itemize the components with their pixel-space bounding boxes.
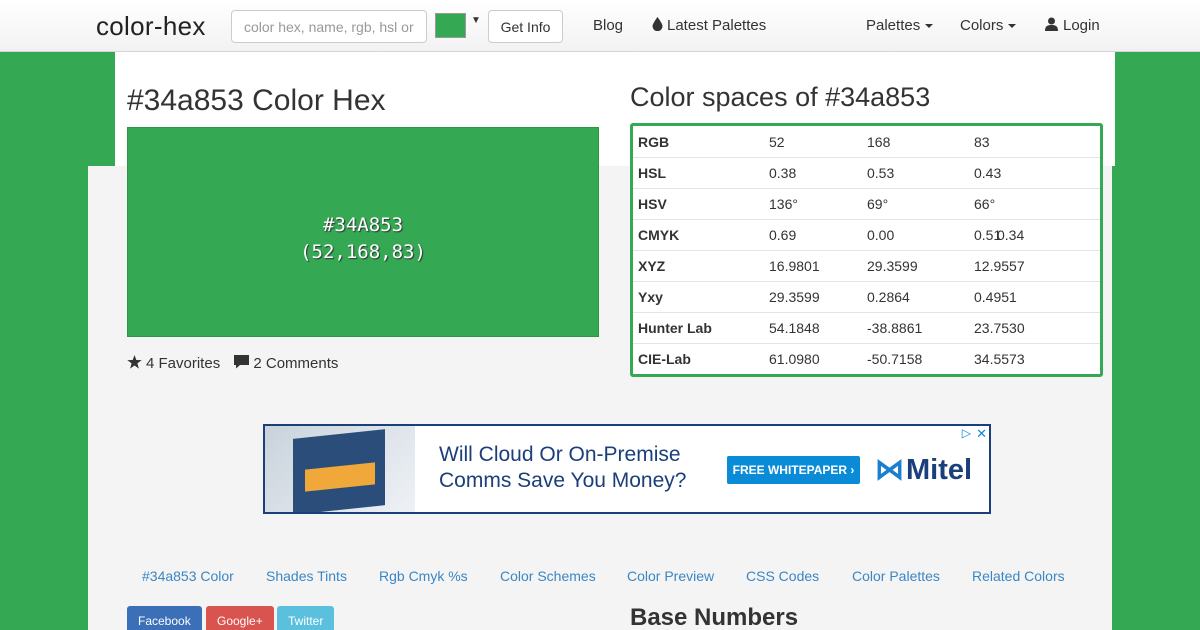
space-value: 61.0980 [769,351,820,367]
space-value: 0.34 [997,227,1025,243]
favorites-count: 4 Favorites [146,355,221,372]
space-value: 34.5573 [974,351,1025,367]
ad-logo-text: Mitel [906,454,973,486]
table-row: CIE-Lab 61.0980 -50.7158 34.5573 [633,343,1100,374]
table-row: CMYK 0.69 0.00 0.51 0.34 [633,219,1100,250]
subnav-shades-tints-link[interactable]: Shades Tints [266,568,347,584]
subnav-color-palettes-link[interactable]: Color Palettes [852,568,940,584]
space-value: 168 [867,133,891,150]
space-value: 0.69 [769,227,797,243]
space-value: 52 [769,133,785,150]
favorites-link[interactable]: 4 Favorites [127,355,220,372]
space-value: 0.53 [867,165,895,181]
space-name: CMYK [638,227,680,243]
comments-count: 2 Comments [253,355,339,372]
ad-cta-button[interactable]: FREE WHITEPAPER › [727,456,860,484]
space-value: 0.00 [867,227,895,243]
page-title: #34a853 Color Hex [127,84,386,117]
space-value: 0.38 [769,165,797,181]
star-icon [127,355,142,369]
space-value: 0.51 [974,227,1002,243]
space-value: 12.9557 [974,258,1025,274]
subnav-color-schemes-link[interactable]: Color Schemes [500,568,596,584]
chevron-down-icon [1008,24,1017,29]
color-picker-swatch[interactable] [435,13,466,38]
ad-image [265,426,415,512]
facebook-share-button[interactable]: Facebook [127,606,202,630]
ad-logo: ⋈Mitel [875,452,972,487]
nav-latest-palettes-label: Latest Palettes [667,17,767,34]
nav-login-label: Login [1063,17,1100,34]
table-row: Yxy 29.3599 0.2864 0.4951 [633,281,1100,312]
table-row: HSV 136° 69° 66° [633,188,1100,219]
space-value: -50.7158 [867,351,923,367]
table-row: XYZ 16.9801 29.3599 12.9557 [633,250,1100,281]
color-preview-block: #34A853 (52,168,83) [127,127,599,337]
space-value: 29.3599 [769,289,820,305]
subnav-related-colors-link[interactable]: Related Colors [972,568,1065,584]
get-info-button[interactable]: Get Info [488,10,563,43]
space-name: HSV [638,196,667,212]
nav-colors-label: Colors [960,17,1004,34]
space-name: RGB [638,133,670,150]
space-value: 29.3599 [867,258,918,274]
space-value: 0.2864 [867,289,910,305]
color-picker-dropdown-icon[interactable]: ▼ [471,15,481,26]
space-name: Yxy [638,289,663,305]
space-value: 54.1848 [769,320,820,336]
space-name: XYZ [638,258,666,274]
subnav-rgb-cmyk-link[interactable]: Rgb Cmyk %s [379,568,468,584]
space-name: CIE-Lab [638,351,691,367]
table-row: Hunter Lab 54.1848 -38.8861 23.7530 [633,312,1100,343]
nav-login-link[interactable]: Login [1045,17,1100,34]
space-value: 69° [867,196,889,212]
navbar: color-hex ▼ Get Info Blog Latest Palette… [0,0,1200,52]
close-icon[interactable]: ✕ [976,426,987,442]
table-row: HSL 0.38 0.53 0.43 [633,157,1100,188]
drop-icon [652,17,663,32]
base-numbers-title: Base Numbers [630,604,799,630]
space-value: 16.9801 [769,258,820,274]
google-share-button[interactable]: Google+ [206,606,274,630]
color-spaces-table: RGB 52 168 83 HSL 0.38 0.53 0.43 HSV 136… [630,123,1103,377]
adchoices-icon[interactable]: ▷ [962,426,971,440]
space-value: 0.4951 [974,289,1017,305]
brand-logo[interactable]: color-hex [96,11,206,42]
color-preview-rgb: (52,168,83) [300,241,426,263]
nav-colors-dropdown[interactable]: Colors [960,17,1017,34]
space-value: 0.43 [974,165,1002,181]
user-icon [1045,17,1058,31]
space-value: 66° [974,196,996,212]
table-row: RGB 52 168 83 [633,126,1100,157]
space-value: 136° [769,196,798,212]
nav-palettes-label: Palettes [866,17,921,34]
comment-icon [234,355,250,369]
advertisement-banner[interactable]: Will Cloud Or On-Premise Comms Save You … [263,424,991,514]
comments-link[interactable]: 2 Comments [234,355,338,372]
subnav-color-link[interactable]: #34a853 Color [142,568,234,584]
ad-headline[interactable]: Will Cloud Or On-Premise Comms Save You … [439,442,709,494]
color-preview-hex: #34A853 [322,214,404,236]
chevron-down-icon [925,24,934,29]
space-value: 83 [974,133,990,150]
twitter-share-button[interactable]: Twitter [277,606,335,630]
space-value: 23.7530 [974,320,1025,336]
subnav-css-codes-link[interactable]: CSS Codes [746,568,819,584]
space-value: -38.8861 [867,320,923,336]
color-search-input[interactable] [231,10,427,43]
subnav-color-preview-link[interactable]: Color Preview [627,568,714,584]
nav-latest-palettes-link[interactable]: Latest Palettes [652,17,766,34]
mitel-logo-icon: ⋈ [875,454,904,486]
color-meta: 4 Favorites 2 Comments [127,355,338,372]
nav-palettes-dropdown[interactable]: Palettes [866,17,934,34]
color-spaces-title: Color spaces of #34a853 [630,82,931,112]
space-name: HSL [638,165,666,181]
nav-blog-link[interactable]: Blog [593,17,623,34]
color-preview-text: #34A853 (52,168,83) [128,212,598,266]
space-name: Hunter Lab [638,320,712,336]
